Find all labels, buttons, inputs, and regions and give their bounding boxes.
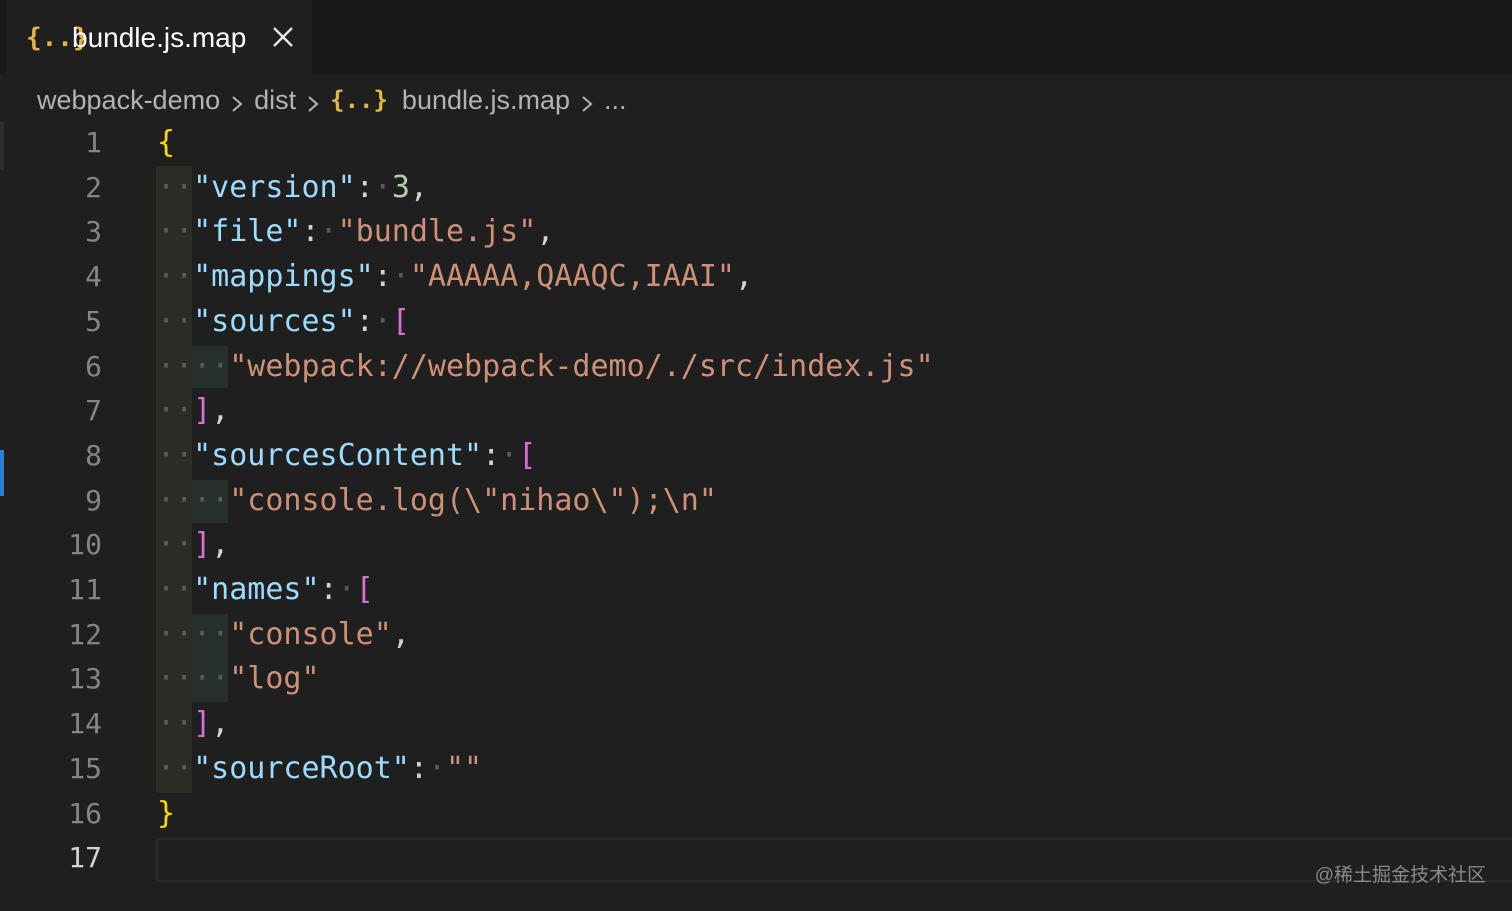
watermark: @稀土掘金技术社区 — [1314, 865, 1486, 886]
line-number: 11 — [68, 573, 102, 606]
code-text: ··"sources":·[ — [157, 303, 410, 339]
line-number: 13 — [68, 662, 102, 696]
code-line: 15 ··"sourceRoot":·"" — [0, 747, 1512, 792]
code-text: ··], — [157, 527, 230, 563]
chevron-right-icon — [580, 90, 594, 112]
code-line: 8 ··"sourcesContent":·[ — [0, 434, 1512, 479]
code-text: ··"version":·3, — [157, 169, 428, 205]
json-file-icon: {..} — [330, 86, 388, 114]
code-text: { — [157, 125, 176, 160]
code-line: 3 ··"file":·"bundle.js", — [0, 210, 1512, 255]
code-line: 12 ····"console", — [0, 613, 1512, 658]
code-line: 4 ··"mappings":·"AAAAA,QAAQC,IAAI", — [0, 255, 1512, 300]
code-text: ····"log" — [157, 661, 320, 697]
line-number: 3 — [85, 215, 102, 249]
code-line: 1 { — [0, 121, 1512, 166]
code-line: 7 ··], — [0, 389, 1512, 434]
line-number: 14 — [68, 707, 102, 741]
line-number: 12 — [68, 617, 102, 651]
code-line: 9 ····"console.log(\"nihao\");\n" — [0, 479, 1512, 524]
code-text: ··], — [157, 706, 230, 742]
line-number: 15 — [68, 751, 102, 785]
vscode-window: {..} bundle.js.map webpack-demo dist {..… — [0, 0, 1512, 911]
code-line-active[interactable]: 17 — [0, 836, 1512, 881]
code-line: 10 ··], — [0, 523, 1512, 568]
code-line: 6 ····"webpack://webpack-demo/./src/inde… — [0, 345, 1512, 390]
code-editor[interactable]: 1 { 2 ··"version":·3, 3 ··"file":·"bundl… — [0, 121, 1512, 911]
line-number: 9 — [85, 483, 102, 517]
code-text: ····"console", — [157, 616, 410, 652]
tab-bar: {..} bundle.js.map — [0, 0, 1512, 74]
line-number: 2 — [85, 170, 102, 204]
line-number: 5 — [85, 304, 102, 338]
code-text: ··"sourcesContent":·[ — [157, 437, 537, 473]
code-line: 14 ··], — [0, 702, 1512, 747]
line-number: 6 — [85, 349, 102, 383]
line-number: 8 — [85, 438, 102, 472]
code-line: 11 ··"names":·[ — [0, 568, 1512, 613]
line-number: 16 — [68, 796, 102, 830]
code-text: ····"console.log(\"nihao\");\n" — [157, 482, 717, 518]
chevron-right-icon — [306, 90, 320, 112]
close-icon[interactable] — [270, 21, 296, 53]
code-text: ··"mappings":·"AAAAA,QAAQC,IAAI", — [157, 259, 754, 295]
breadcrumb-item-symbols[interactable]: ... — [604, 82, 627, 118]
code-text: ··], — [157, 393, 230, 429]
code-line: 2 ··"version":·3, — [0, 166, 1512, 211]
code-text: } — [157, 795, 176, 831]
line-number: 4 — [85, 260, 102, 294]
chevron-right-icon — [230, 90, 244, 112]
code-text: ··"file":·"bundle.js", — [157, 214, 555, 250]
code-text: ····"webpack://webpack-demo/./src/index.… — [157, 348, 934, 384]
code-line: 16 } — [0, 792, 1512, 837]
code-line: 5 ··"sources":·[ — [0, 300, 1512, 345]
line-number: 7 — [85, 394, 102, 428]
breadcrumb-item-dist[interactable]: dist — [254, 82, 296, 118]
code-text: ··"names":·[ — [157, 572, 374, 607]
code-text: ··"sourceRoot":·"" — [157, 750, 483, 786]
tab-bundle-js-map[interactable]: {..} bundle.js.map — [6, 0, 312, 74]
breadcrumb-item-webpack-demo[interactable]: webpack-demo — [37, 82, 220, 118]
code-line: 13 ····"log" — [0, 657, 1512, 702]
tab-label: bundle.js.map — [72, 22, 247, 53]
line-number: 1 — [85, 126, 102, 159]
breadcrumb: webpack-demo dist {..} bundle.js.map ... — [37, 80, 627, 120]
line-number: 17 — [68, 841, 102, 875]
line-number: 10 — [68, 528, 102, 562]
breadcrumb-item-bundle-js-map[interactable]: bundle.js.map — [402, 82, 570, 118]
